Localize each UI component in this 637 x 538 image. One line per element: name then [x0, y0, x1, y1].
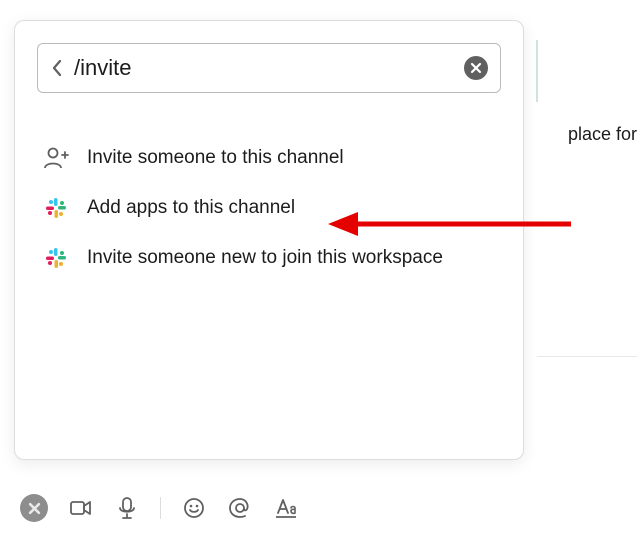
result-invite-someone[interactable]: Invite someone to this channel — [15, 133, 523, 183]
background-partial-text: place for — [568, 124, 637, 145]
toolbar-divider — [160, 497, 161, 519]
background-accent — [536, 40, 538, 102]
close-composer-icon[interactable] — [20, 494, 48, 522]
result-label: Invite someone to this channel — [87, 147, 344, 169]
mic-icon[interactable] — [114, 495, 140, 521]
result-label: Add apps to this channel — [87, 197, 295, 219]
command-popup: Invite someone to this channel Add apps … — [14, 20, 524, 460]
result-add-apps[interactable]: Add apps to this channel — [15, 183, 523, 233]
video-icon[interactable] — [68, 495, 94, 521]
composer-toolbar — [20, 494, 299, 522]
slack-icon — [43, 195, 69, 221]
slack-icon — [43, 245, 69, 271]
format-icon[interactable] — [273, 495, 299, 521]
search-container — [37, 43, 501, 93]
command-input[interactable] — [74, 55, 464, 81]
mention-icon[interactable] — [227, 495, 253, 521]
background-divider — [537, 356, 637, 357]
back-chevron-icon[interactable] — [50, 58, 64, 78]
clear-input-icon[interactable] — [464, 56, 488, 80]
results-list: Invite someone to this channel Add apps … — [15, 133, 523, 283]
person-add-icon — [43, 145, 69, 171]
result-label: Invite someone new to join this workspac… — [87, 247, 443, 269]
emoji-icon[interactable] — [181, 495, 207, 521]
result-invite-workspace[interactable]: Invite someone new to join this workspac… — [15, 233, 523, 283]
